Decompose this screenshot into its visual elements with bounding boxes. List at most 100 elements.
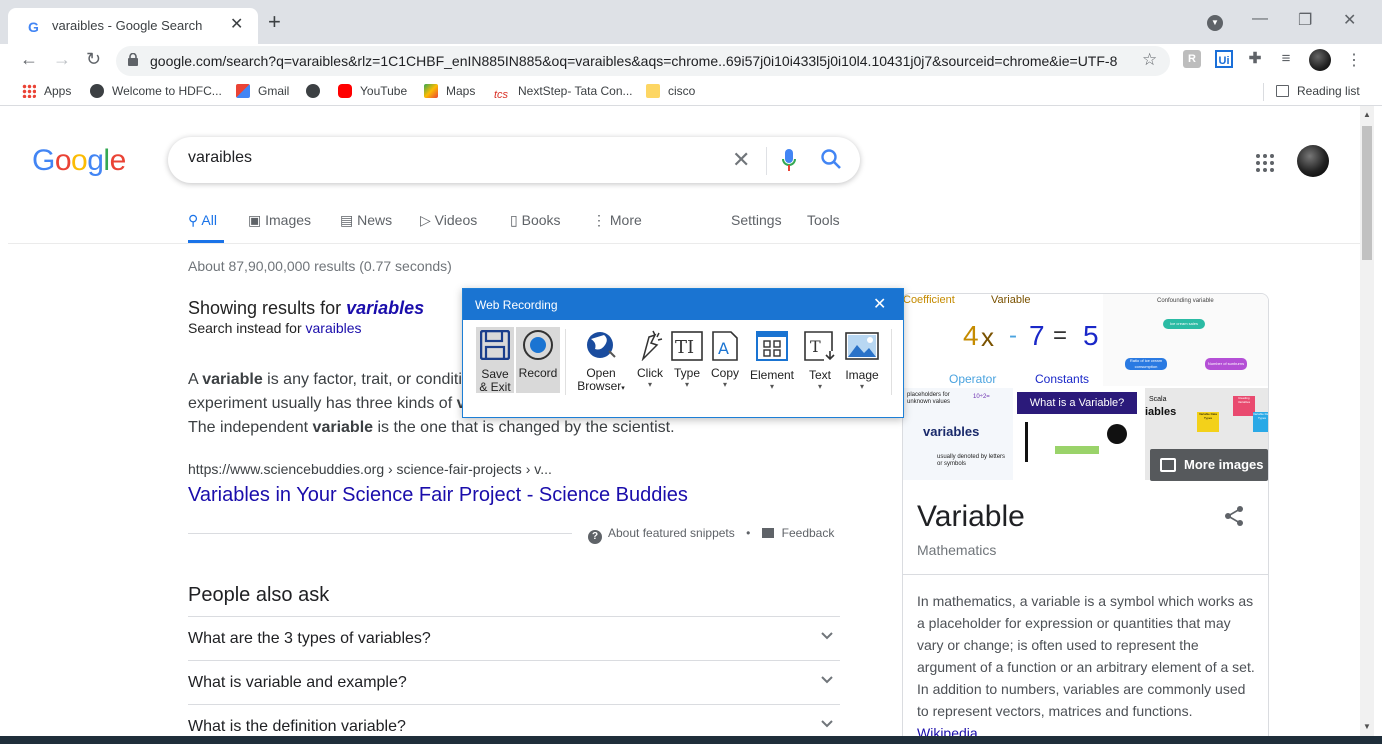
paa-question[interactable]: What is variable and example? <box>188 660 840 704</box>
element-grid-icon <box>756 331 788 361</box>
type-button[interactable]: TI Type ▾ <box>669 327 705 393</box>
corrected-query-link[interactable]: variables <box>346 298 424 318</box>
kp-image-placeholders[interactable]: placeholders for unknown values 10÷2= va… <box>903 388 1013 480</box>
search-divider <box>766 147 767 175</box>
chevron-down-icon <box>821 720 833 728</box>
more-images-button[interactable]: More images <box>1150 449 1268 481</box>
reload-icon[interactable]: ↻ <box>86 49 101 70</box>
image-button[interactable]: Image ▾ <box>841 327 883 393</box>
wikipedia-link[interactable]: Wikipedia <box>917 725 978 736</box>
share-icon[interactable] <box>1223 505 1245 527</box>
tab-images[interactable]: ▣ Images <box>248 212 311 229</box>
google-account-avatar[interactable] <box>1297 145 1329 177</box>
more-dots-icon: ⋮ <box>592 212 606 228</box>
toolbar-separator <box>891 329 892 395</box>
forward-icon[interactable]: → <box>53 49 71 70</box>
tab-news[interactable]: ▤ News <box>340 212 392 229</box>
bookmark-cisco[interactable]: cisco <box>646 84 695 98</box>
chevron-down-icon <box>821 676 833 684</box>
snippet-line: The independent variable is the one that… <box>188 419 675 436</box>
dialog-titlebar[interactable]: Web Recording ✕ <box>463 289 903 320</box>
reading-list-icon <box>1276 85 1289 97</box>
maximize-icon[interactable]: ❐ <box>1298 10 1312 30</box>
copy-document-icon: A <box>712 331 738 361</box>
tab-search-icon[interactable]: ▼ <box>1207 15 1223 31</box>
help-icon: ? <box>588 530 602 544</box>
save-exit-button[interactable]: Save & Exit <box>476 327 514 394</box>
window-close-icon[interactable]: ✕ <box>1343 10 1356 30</box>
tab-all[interactable]: ⚲ All <box>188 212 217 229</box>
gmail-icon <box>236 84 250 98</box>
media-controls-icon[interactable]: ≡ <box>1277 50 1295 68</box>
tab-more[interactable]: ⋮ More <box>592 212 642 229</box>
bookmark-tcs[interactable]: tcs NextStep- Tata Con... <box>494 84 633 103</box>
browser-tab[interactable]: G varaibles - Google Search ✕ <box>8 8 258 44</box>
tools-link[interactable]: Tools <box>807 212 840 228</box>
extensions-puzzle-icon[interactable]: ✚ <box>1246 50 1264 68</box>
tab-title: varaibles - Google Search <box>52 18 203 33</box>
search-icon[interactable] <box>820 148 842 170</box>
kp-image-equation[interactable]: Coefficient Variable 4 x - 7 = 5 Operato… <box>903 294 1101 386</box>
dropdown-caret-icon: ▾ <box>817 382 822 391</box>
element-button[interactable]: Element ▾ <box>747 327 797 393</box>
folder-icon <box>646 84 660 98</box>
kp-image-what-is-variable[interactable]: What is a Variable? <box>1015 388 1143 480</box>
kp-subtitle: Mathematics <box>917 542 997 558</box>
result-title-link[interactable]: Variables in Your Science Fair Project -… <box>188 484 688 507</box>
bookmark-globe[interactable] <box>306 84 328 98</box>
tcs-icon: tcs <box>494 89 509 101</box>
paa-question[interactable]: What are the 3 types of variables? <box>188 616 840 660</box>
dropdown-caret-icon: ▾ <box>769 382 774 391</box>
apps-grid-icon <box>22 84 36 98</box>
tab-strip: G varaibles - Google Search ✕ + ▼ — ❐ ✕ <box>0 0 1382 44</box>
google-logo[interactable]: Google <box>32 144 126 178</box>
record-button[interactable]: Record <box>516 327 560 393</box>
reading-list-button[interactable]: Reading list <box>1276 84 1360 98</box>
open-browser-button[interactable]: Open Browser▾ <box>575 327 627 393</box>
bookmark-gmail[interactable]: Gmail <box>236 84 289 98</box>
bookmark-apps[interactable]: Apps <box>22 84 71 98</box>
address-bar[interactable]: google.com/search?q=varaibles&rlz=1C1CHB… <box>116 46 1170 76</box>
clear-search-icon[interactable]: ✕ <box>732 147 750 173</box>
web-recording-dialog: Web Recording ✕ Save & Exit Record Open … <box>462 288 904 418</box>
tab-videos[interactable]: ▷ Videos <box>420 212 477 229</box>
tab-books[interactable]: ▯ Books <box>510 212 561 229</box>
google-apps-icon[interactable] <box>1256 154 1274 172</box>
scroll-down-icon[interactable]: ▼ <box>1363 722 1371 731</box>
about-snippets-link[interactable]: About featured snippets <box>608 526 735 540</box>
feedback-link[interactable]: Feedback <box>782 526 835 540</box>
kp-image-confounding[interactable]: Confounding variable Ice cream sales Rat… <box>1103 294 1268 386</box>
paa-question[interactable]: What is the definition variable? <box>188 704 840 736</box>
minimize-icon[interactable]: — <box>1252 10 1268 28</box>
bookmark-star-icon[interactable]: ☆ <box>1142 50 1157 70</box>
back-icon[interactable]: ← <box>20 49 38 70</box>
kp-divider <box>903 574 1268 575</box>
extension-r-icon[interactable]: R <box>1183 50 1201 68</box>
knowledge-panel: Coefficient Variable 4 x - 7 = 5 Operato… <box>902 293 1269 736</box>
snippet-footer: ? About featured snippets • Feedback <box>588 526 834 544</box>
chrome-menu-icon[interactable]: ⋮ <box>1346 50 1362 70</box>
search-input[interactable] <box>188 149 708 167</box>
search-box: ✕ <box>168 137 860 183</box>
settings-link[interactable]: Settings <box>731 212 782 228</box>
profile-avatar[interactable] <box>1309 49 1331 71</box>
microphone-icon[interactable] <box>782 149 796 171</box>
text-button[interactable]: T Text ▾ <box>801 327 839 393</box>
new-tab-icon[interactable]: + <box>268 11 281 33</box>
video-icon: ▷ <box>420 212 431 228</box>
book-icon: ▯ <box>510 212 518 228</box>
scroll-up-icon[interactable]: ▲ <box>1363 110 1371 119</box>
copy-button[interactable]: A Copy ▾ <box>707 327 743 393</box>
uipath-extension-icon[interactable]: Ui <box>1215 50 1233 68</box>
bookmark-youtube[interactable]: YouTube <box>338 84 407 98</box>
dialog-close-icon[interactable]: ✕ <box>873 294 886 314</box>
figure-board <box>1055 446 1099 454</box>
scrollbar-thumb[interactable] <box>1362 126 1372 260</box>
bookmark-maps[interactable]: Maps <box>424 84 475 98</box>
original-query-link[interactable]: varaibles <box>306 320 362 336</box>
bookmark-hdfc[interactable]: Welcome to HDFC... <box>90 84 222 98</box>
tab-close-icon[interactable]: ✕ <box>230 14 243 34</box>
vertical-scrollbar[interactable]: ▲ ▼ <box>1360 106 1374 736</box>
click-button[interactable]: Click ▾ <box>631 327 669 393</box>
globe-browser-icon <box>587 332 616 358</box>
